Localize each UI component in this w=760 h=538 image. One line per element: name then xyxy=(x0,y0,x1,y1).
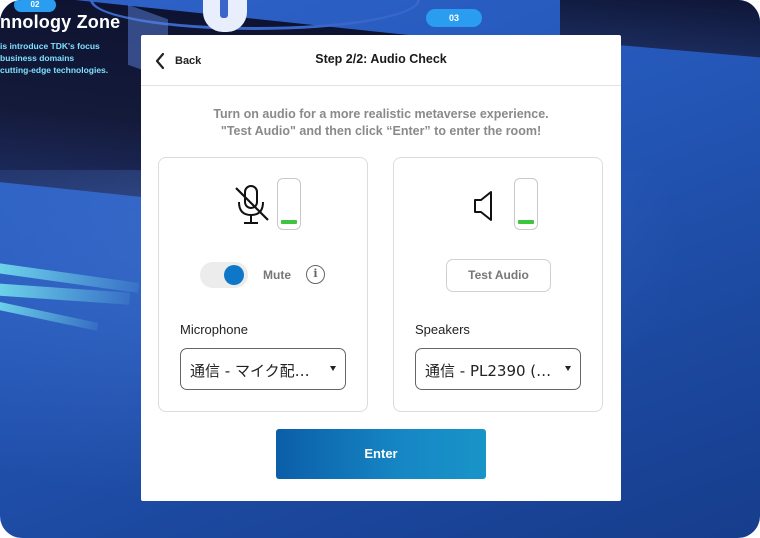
speakers-select[interactable]: 通信 - PL2390 (… xyxy=(415,348,581,390)
microphone-select-value: 通信 - マイク配… xyxy=(190,362,310,380)
zone-badge: 02 xyxy=(14,0,56,12)
audio-check-dialog: Back Step 2/2: Audio Check Turn on audio… xyxy=(141,35,621,501)
mute-toggle-knob xyxy=(224,265,244,285)
test-audio-button[interactable]: Test Audio xyxy=(446,259,551,292)
microphone-label: Microphone xyxy=(180,322,248,337)
zone-description-line: cutting-edge technologies. xyxy=(0,65,109,75)
speakers-label: Speakers xyxy=(415,322,470,337)
instructions-line-2: "Test Audio" and then click “Enter” to e… xyxy=(220,124,542,138)
instructions-line-1: Turn on audio for a more realistic metav… xyxy=(213,107,549,121)
microphone-card: Mute i Microphone 通信 - マイク配… xyxy=(158,157,368,412)
mute-label: Mute xyxy=(263,268,291,282)
background-statue-bar xyxy=(220,0,228,18)
speaker-icon xyxy=(474,191,492,221)
step-title: Step 2/2: Audio Check xyxy=(315,52,447,66)
instructions: Turn on audio for a more realistic metav… xyxy=(141,106,621,140)
dialog-header: Back Step 2/2: Audio Check xyxy=(141,35,621,86)
speaker-level-meter xyxy=(514,178,538,230)
microphone-level-fill xyxy=(281,220,297,224)
caret-down-icon xyxy=(565,366,571,371)
speaker-level-fill xyxy=(518,220,534,224)
zone-description: is introduce TDK's focus business domain… xyxy=(0,40,130,76)
zone-description-line: is introduce TDK's focus xyxy=(0,41,100,51)
speakers-select-value: 通信 - PL2390 (… xyxy=(425,362,552,380)
info-icon[interactable]: i xyxy=(306,265,325,284)
mute-toggle[interactable] xyxy=(200,262,248,288)
zone-badge-03: 03 xyxy=(426,9,482,27)
caret-down-icon xyxy=(330,366,336,371)
speakers-card: Test Audio Speakers 通信 - PL2390 (… xyxy=(393,157,603,412)
zone-description-line: business domains xyxy=(0,53,75,63)
zone-title: nnology Zone xyxy=(0,12,121,32)
enter-button[interactable]: Enter xyxy=(276,429,486,479)
microphone-muted-icon xyxy=(235,185,269,224)
microphone-select[interactable]: 通信 - マイク配… xyxy=(180,348,346,390)
microphone-level-meter xyxy=(277,178,301,230)
